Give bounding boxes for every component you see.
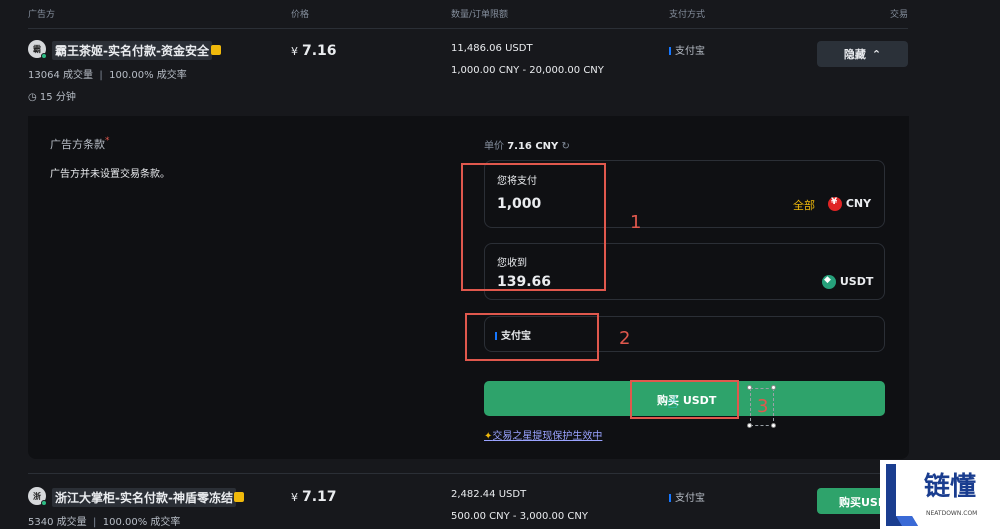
- ad1-limit: 1,000.00 CNY - 20,000.00 CNY: [451, 65, 604, 76]
- pay-currency: CNY: [828, 197, 871, 211]
- ad1-merchant-name[interactable]: 霸王茶姬-实名付款-资金安全: [52, 41, 212, 60]
- ad2-buy-button[interactable]: 购买USD: [817, 488, 887, 514]
- logo-mark-icon: [886, 464, 918, 526]
- unit-price: 单价 7.16 CNY ↻: [484, 141, 570, 152]
- receive-currency: USDT: [822, 275, 873, 289]
- refresh-icon[interactable]: ↻: [561, 141, 569, 152]
- annotation-label-2: 2: [619, 328, 631, 349]
- pay-all-button[interactable]: 全部: [793, 197, 815, 213]
- merchant-badge-icon: [234, 492, 244, 502]
- header-advertiser: 广告方: [28, 10, 56, 20]
- header-payment: 支付方式: [669, 10, 706, 20]
- cny-icon: [828, 197, 842, 211]
- ad1-payment: 支付宝: [669, 42, 705, 57]
- watermark-logo: 链懂 NEATDOWN.COM: [880, 460, 1000, 529]
- ad2-merchant-name[interactable]: 浙江大掌柜-实名付款-神盾零冻结: [52, 488, 236, 507]
- selection-handle[interactable]: [771, 423, 776, 428]
- ad1-price: ¥7.16: [291, 43, 337, 59]
- ad2-quantity: 2,482.44 USDT: [451, 489, 527, 500]
- merchant-badge-icon: [211, 45, 221, 55]
- annotation-label-1: 1: [630, 212, 642, 233]
- ad2-payment: 支付宝: [669, 489, 705, 504]
- ad1-completion: 100.00% 成交率: [109, 70, 187, 81]
- header-divider: [28, 28, 908, 29]
- terms-title: 广告方条款*: [50, 136, 110, 151]
- ad1-quantity: 11,486.06 USDT: [451, 43, 533, 54]
- ad2-limit: 500.00 CNY - 3,000.00 CNY: [451, 511, 588, 522]
- annotation-box-2: [465, 313, 599, 361]
- online-dot: [41, 53, 47, 59]
- annotation-box-3: [630, 380, 739, 419]
- clock-icon: ◷: [28, 92, 37, 103]
- terms-text: 广告方并未设置交易条款。: [50, 169, 170, 180]
- selection-handle[interactable]: [747, 423, 752, 428]
- logo-brand: 链懂: [924, 472, 977, 502]
- header-trade: 交易: [890, 10, 909, 20]
- ad2-avatar[interactable]: 浙: [28, 487, 47, 506]
- online-dot: [41, 500, 47, 506]
- ad1-avatar[interactable]: 霸: [28, 40, 47, 59]
- header-quantity-limit: 数量/订单限额: [451, 10, 509, 20]
- ad1-time: ◷ 15 分钟: [28, 92, 76, 103]
- ad2-price: ¥7.17: [291, 489, 337, 505]
- selection-handle[interactable]: [771, 385, 776, 390]
- usdt-icon: [822, 275, 836, 289]
- logo-domain: NEATDOWN.COM: [926, 510, 978, 517]
- protection-link[interactable]: ✦交易之星提现保护生效中: [484, 427, 602, 442]
- selection-frame: [750, 388, 774, 426]
- ad1-trades: 13064 成交量 | 100.00% 成交率: [28, 70, 187, 81]
- row-divider: [28, 473, 908, 474]
- header-price: 价格: [291, 10, 310, 20]
- annotation-box-1: [461, 163, 606, 291]
- selection-handle[interactable]: [747, 385, 752, 390]
- ad2-completion: 100.00% 成交率: [102, 517, 181, 528]
- ad2-trades: 5340 成交量 | 100.00% 成交率: [28, 517, 181, 528]
- hide-button[interactable]: 隐藏 ⌃: [817, 41, 908, 67]
- chevron-up-icon: ⌃: [871, 47, 882, 61]
